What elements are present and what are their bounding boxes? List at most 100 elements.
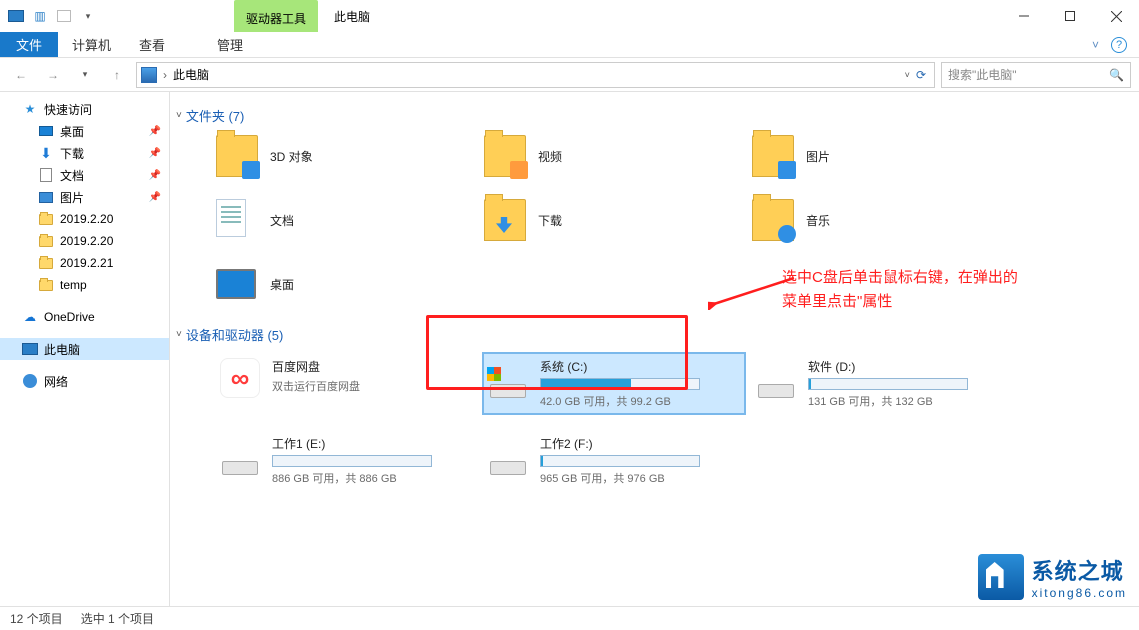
sidebar-item-label: 图片 [60, 189, 84, 206]
address-bar[interactable]: › 此电脑 ˅ ⟳ [136, 62, 935, 88]
close-button[interactable] [1093, 0, 1139, 32]
document-icon [38, 167, 54, 183]
pin-icon: 📌 [149, 148, 161, 159]
folder-music[interactable]: 音乐 [752, 199, 1012, 241]
folder-icon [752, 199, 794, 241]
folder-icon [216, 199, 258, 241]
device-label: 工作2 (F:) [540, 435, 700, 452]
qat-properties-icon[interactable]: ▥ [30, 6, 50, 26]
nav-history-button[interactable]: ▾ [72, 62, 98, 88]
maximize-button[interactable] [1047, 0, 1093, 32]
sidebar-item-desktop[interactable]: 桌面📌 [0, 120, 169, 142]
device-label: 工作1 (E:) [272, 435, 432, 452]
address-dropdown-icon[interactable]: ˅ [905, 70, 910, 80]
refresh-icon[interactable]: ⟳ [916, 68, 926, 82]
qat-customize-icon[interactable]: ▾ [78, 6, 98, 26]
section-title: 文件夹 (7) [186, 106, 245, 125]
status-item-count: 12 个项目 [10, 610, 63, 627]
folder-icon [752, 135, 794, 177]
ribbon-tab-file[interactable]: 文件 [0, 32, 58, 57]
sidebar-item-label: 快速访问 [44, 101, 92, 118]
breadcrumb-location[interactable]: 此电脑 [173, 66, 209, 83]
download-icon: ⬇ [38, 145, 54, 161]
sidebar-item-folder-2[interactable]: 2019.2.20 [0, 230, 169, 252]
search-box[interactable]: 搜索"此电脑" 🔍 [941, 62, 1131, 88]
sidebar-item-label: OneDrive [44, 310, 95, 324]
sidebar-item-label: 2019.2.20 [60, 212, 113, 226]
sidebar-item-downloads[interactable]: ⬇ 下载📌 [0, 142, 169, 164]
sidebar-item-folder-temp[interactable]: temp [0, 274, 169, 296]
sidebar-item-label: 2019.2.20 [60, 234, 113, 248]
nav-up-button[interactable]: ↑ [104, 62, 130, 88]
capacity-bar [808, 378, 968, 390]
nav-forward-button[interactable]: → [40, 62, 66, 88]
sidebar-onedrive[interactable]: ☁ OneDrive [0, 306, 169, 328]
watermark-url: xitong86.com [1032, 586, 1127, 600]
folder-icon [38, 277, 54, 293]
ribbon-tab-computer[interactable]: 计算机 [58, 32, 125, 57]
pin-icon: 📌 [149, 126, 161, 137]
this-pc-icon [22, 341, 38, 357]
this-pc-icon [141, 67, 157, 83]
device-capacity-text: 965 GB 可用，共 976 GB [540, 470, 700, 486]
folder-desktop[interactable]: 桌面 [216, 263, 476, 305]
explorer-app-icon [6, 6, 26, 26]
drive-icon [488, 435, 528, 475]
sidebar-item-documents[interactable]: 文档 📌 [0, 164, 169, 186]
folder-videos[interactable]: 视频 [484, 135, 744, 177]
sidebar-this-pc[interactable]: 此电脑 [0, 338, 169, 360]
folder-3d-objects[interactable]: 3D 对象 [216, 135, 476, 177]
qat-new-folder-icon[interactable] [54, 6, 74, 26]
watermark-logo-icon [978, 554, 1024, 600]
quick-access-toolbar: ▥ ▾ [0, 4, 104, 28]
sidebar-item-folder-3[interactable]: 2019.2.21 [0, 252, 169, 274]
ribbon-tab-view[interactable]: 查看 [125, 32, 179, 57]
device-label: 软件 (D:) [808, 358, 968, 375]
help-icon[interactable]: ? [1111, 37, 1127, 53]
contextual-tab-drive-tools[interactable]: 驱动器工具 [234, 0, 318, 32]
folder-label: 3D 对象 [270, 148, 313, 165]
folder-documents[interactable]: 文档 [216, 199, 476, 241]
folder-icon [216, 263, 258, 305]
sidebar-item-pictures[interactable]: 图片 📌 [0, 186, 169, 208]
ribbon-tab-manage[interactable]: 管理 [203, 32, 257, 57]
sidebar-item-label: temp [60, 278, 87, 292]
device-drive-f[interactable]: 工作2 (F:) 965 GB 可用，共 976 GB [484, 431, 744, 490]
picture-icon [38, 189, 54, 205]
folder-downloads[interactable]: 下载 [484, 199, 744, 241]
search-icon[interactable]: 🔍 [1109, 68, 1124, 82]
device-capacity-text: 886 GB 可用，共 886 GB [272, 470, 432, 486]
sidebar-item-label: 此电脑 [44, 341, 80, 358]
sidebar-quick-access[interactable]: ★ 快速访问 [0, 98, 169, 120]
folder-icon [38, 255, 54, 271]
folder-pictures[interactable]: 图片 [752, 135, 1012, 177]
device-drive-e[interactable]: 工作1 (E:) 886 GB 可用，共 886 GB [216, 431, 476, 490]
cloud-icon: ☁ [22, 309, 38, 325]
chevron-down-icon: ˅ [176, 329, 182, 340]
device-label: 百度网盘 [272, 358, 360, 375]
navigation-bar: ← → ▾ ↑ › 此电脑 ˅ ⟳ 搜索"此电脑" 🔍 [0, 58, 1139, 92]
minimize-button[interactable] [1001, 0, 1047, 32]
folder-label: 桌面 [270, 276, 294, 293]
ribbon-expand-icon[interactable]: ˅ [1092, 38, 1099, 52]
annotation-highlight-frame [426, 315, 688, 390]
watermark-title: 系统之城 [1032, 554, 1127, 586]
device-drive-d[interactable]: 软件 (D:) 131 GB 可用，共 132 GB [752, 354, 1012, 413]
baidu-netdisk-icon: ∞ [220, 358, 260, 398]
breadcrumb-separator-icon: › [163, 68, 167, 82]
navigation-pane: ★ 快速访问 桌面📌 ⬇ 下载📌 文档 📌 图片 📌 2019.2.20 2019.… [0, 92, 170, 606]
nav-back-button[interactable]: ← [8, 62, 34, 88]
section-folders-header[interactable]: ˅ 文件夹 (7) [176, 106, 1119, 125]
sidebar-item-folder-1[interactable]: 2019.2.20 [0, 208, 169, 230]
folder-icon [38, 211, 54, 227]
folder-label: 文档 [270, 212, 294, 229]
capacity-fill [541, 456, 543, 466]
folder-label: 视频 [538, 148, 562, 165]
pin-icon: 📌 [149, 192, 161, 203]
watermark: 系统之城 xitong86.com [978, 554, 1127, 600]
pin-icon: 📌 [149, 170, 161, 181]
device-sublabel: 双击运行百度网盘 [272, 378, 360, 394]
sidebar-network[interactable]: 网络 [0, 370, 169, 392]
folder-icon [484, 135, 526, 177]
sidebar-item-label: 文档 [60, 167, 84, 184]
